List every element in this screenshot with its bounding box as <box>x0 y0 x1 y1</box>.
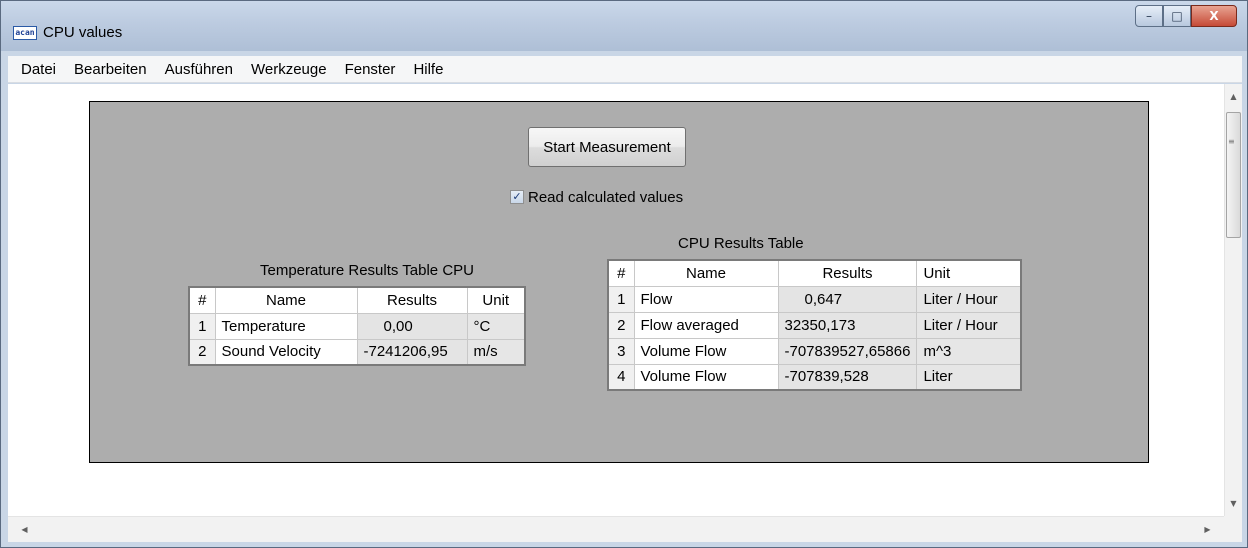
row-unit[interactable]: Liter <box>916 363 1022 391</box>
start-measurement-button[interactable]: Start Measurement <box>528 127 686 167</box>
checkbox-read-calculated-values[interactable]: ✓ <box>510 190 524 204</box>
menu-hilfe[interactable]: Hilfe <box>404 56 452 83</box>
app-window: acan CPU values – □ X Datei Bearbeiten A… <box>0 0 1248 548</box>
row-index: 4 <box>607 363 635 391</box>
scroll-left-icon[interactable]: ◀ <box>16 521 33 538</box>
row-unit[interactable]: m^3 <box>916 337 1022 365</box>
column-header-unit: Unit <box>916 259 1022 287</box>
row-name[interactable]: Sound Velocity <box>214 338 358 366</box>
scroll-up-icon[interactable]: ▲ <box>1225 88 1242 105</box>
column-header-name: Name <box>214 286 358 314</box>
row-name[interactable]: Volume Flow <box>633 363 779 391</box>
vertical-scroll-thumb[interactable] <box>1226 112 1241 238</box>
table-header-row: # Name Results Unit <box>188 286 526 314</box>
table-row: 1 Temperature 0,00 °C <box>188 312 526 340</box>
row-name[interactable]: Volume Flow <box>633 337 779 365</box>
row-result[interactable]: -707839527,65866 <box>777 337 918 365</box>
minimize-button[interactable]: – <box>1135 5 1163 27</box>
window-controls: – □ X <box>1135 5 1237 27</box>
column-header-results: Results <box>777 259 918 287</box>
menu-datei[interactable]: Datei <box>12 56 65 83</box>
menu-bar: Datei Bearbeiten Ausführen Werkzeuge Fen… <box>8 56 1242 83</box>
cpu-results-table: # Name Results Unit 1 Flow 0,647 Liter /… <box>607 259 1022 391</box>
row-result[interactable]: -707839,528 <box>777 363 918 391</box>
menu-ausfuehren[interactable]: Ausführen <box>156 56 242 83</box>
scroll-right-icon[interactable]: ▶ <box>1199 521 1216 538</box>
horizontal-scrollbar[interactable]: ◀ ▶ <box>8 516 1224 542</box>
column-header-index: # <box>188 286 216 314</box>
close-button[interactable]: X <box>1191 5 1237 27</box>
table-row: 4 Volume Flow -707839,528 Liter <box>607 363 1022 391</box>
temperature-results-table: # Name Results Unit 1 Temperature 0,00 °… <box>188 286 526 366</box>
read-calculated-values-option[interactable]: ✓ Read calculated values <box>510 188 683 206</box>
app-icon: acan <box>13 26 37 40</box>
table-row: 2 Flow averaged 32350,173 Liter / Hour <box>607 311 1022 339</box>
row-index: 3 <box>607 337 635 365</box>
row-name[interactable]: Flow averaged <box>633 311 779 339</box>
client-area: Start Measurement ✓ Read calculated valu… <box>8 84 1242 542</box>
scroll-down-icon[interactable]: ▼ <box>1225 495 1242 512</box>
row-result[interactable]: 0,00 <box>356 312 468 340</box>
row-index: 2 <box>188 338 216 366</box>
window-title: CPU values <box>43 24 123 41</box>
column-header-results: Results <box>356 286 468 314</box>
column-header-index: # <box>607 259 635 287</box>
row-unit[interactable]: m/s <box>466 338 526 366</box>
menu-fenster[interactable]: Fenster <box>336 56 405 83</box>
table-row: 2 Sound Velocity -7241206,95 m/s <box>188 338 526 366</box>
menu-werkzeuge[interactable]: Werkzeuge <box>242 56 336 83</box>
row-name[interactable]: Temperature <box>214 312 358 340</box>
cpu-table-title: CPU Results Table <box>678 235 804 252</box>
checkbox-label: Read calculated values <box>528 188 684 206</box>
table-row: 3 Volume Flow -707839527,65866 m^3 <box>607 337 1022 365</box>
row-index: 1 <box>607 285 635 313</box>
row-result[interactable]: 32350,173 <box>777 311 918 339</box>
table-header-row: # Name Results Unit <box>607 259 1022 287</box>
column-header-unit: Unit <box>466 286 526 314</box>
row-name[interactable]: Flow <box>633 285 779 313</box>
column-header-name: Name <box>633 259 779 287</box>
scroll-grip-icon: ≡ <box>1228 137 1235 146</box>
row-result[interactable]: -7241206,95 <box>356 338 468 366</box>
row-result[interactable]: 0,647 <box>777 285 918 313</box>
scrollbar-corner <box>1224 516 1242 542</box>
temperature-table-title: Temperature Results Table CPU <box>260 262 474 279</box>
row-index: 1 <box>188 312 216 340</box>
maximize-button[interactable]: □ <box>1163 5 1191 27</box>
menu-bearbeiten[interactable]: Bearbeiten <box>65 56 156 83</box>
vertical-scrollbar[interactable]: ▲ ≡ ▼ <box>1224 84 1242 516</box>
front-panel: Start Measurement ✓ Read calculated valu… <box>89 101 1149 463</box>
row-unit[interactable]: Liter / Hour <box>916 311 1022 339</box>
table-row: 1 Flow 0,647 Liter / Hour <box>607 285 1022 313</box>
row-unit[interactable]: °C <box>466 312 526 340</box>
row-index: 2 <box>607 311 635 339</box>
row-unit[interactable]: Liter / Hour <box>916 285 1022 313</box>
title-bar[interactable]: acan CPU values – □ X <box>1 1 1247 51</box>
